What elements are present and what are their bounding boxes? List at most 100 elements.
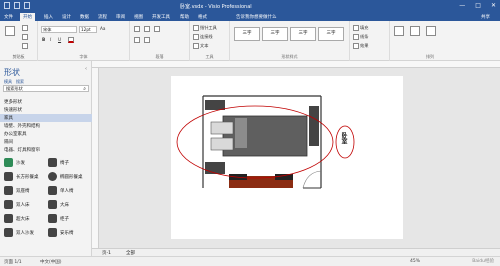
room-label[interactable]: 卧室: [339, 132, 348, 144]
shape-label: 长方形餐桌: [16, 175, 39, 180]
shape-item[interactable]: 双座椅: [4, 186, 46, 196]
format-painter-icon: [22, 43, 28, 49]
search-icon[interactable]: ⌕: [83, 86, 86, 92]
redo-icon[interactable]: [24, 2, 30, 9]
shape-item[interactable]: 椭圆形餐桌: [48, 172, 90, 182]
zoom-level[interactable]: 45%: [410, 259, 420, 264]
shape-item[interactable]: 沙发: [4, 158, 46, 168]
shape-item[interactable]: 双人沙发: [4, 228, 46, 238]
tab-data[interactable]: 数据: [80, 14, 89, 20]
tab-help[interactable]: 帮助: [180, 14, 189, 20]
armchair-icon: [48, 186, 57, 195]
paste-button[interactable]: [5, 26, 16, 36]
position-button[interactable]: [394, 26, 405, 36]
maximize-button[interactable]: □: [475, 2, 481, 9]
align-left-icon: [134, 26, 140, 32]
font-color-button[interactable]: [68, 37, 75, 43]
pointer-icon: [193, 25, 199, 31]
cabinet-drawer: [275, 174, 293, 180]
underline-button[interactable]: U: [58, 37, 61, 42]
italic-button[interactable]: I: [50, 37, 51, 42]
floor-plan[interactable]: [171, 76, 403, 239]
shape-item[interactable]: 超大床: [4, 214, 46, 224]
bed-fold: [235, 118, 247, 148]
tab-insert[interactable]: 插入: [44, 14, 53, 20]
stencil-item[interactable]: 快速形状: [0, 106, 92, 114]
tab-format[interactable]: 格式: [198, 14, 207, 20]
bold-button[interactable]: B: [42, 37, 45, 42]
group-clipboard: 剪贴板: [0, 21, 38, 61]
align-right-icon: [154, 26, 160, 32]
window-title: 卧室.vsdx - Visio Professional: [180, 4, 252, 10]
tab-review[interactable]: 审阅: [116, 14, 125, 20]
format-painter-button[interactable]: [22, 43, 29, 49]
indent-button[interactable]: [134, 37, 141, 43]
text-tool-label: 文本: [200, 43, 209, 48]
shape-item[interactable]: 长方形餐桌: [4, 172, 46, 182]
tab-developer[interactable]: 开发工具: [152, 14, 170, 20]
bullets-button[interactable]: [144, 37, 151, 43]
shape-item[interactable]: 柜子: [48, 214, 90, 224]
style-sample[interactable]: 三字: [234, 27, 260, 41]
shape-item[interactable]: 单人椅: [48, 186, 90, 196]
shapes-pane-title: 形状: [4, 68, 20, 77]
position-icon: [394, 26, 404, 36]
copy-button[interactable]: [22, 34, 29, 40]
fill-button[interactable]: 填充: [353, 25, 368, 31]
effects-button[interactable]: 效果: [353, 43, 368, 49]
paste-icon: [5, 26, 15, 36]
share-button[interactable]: 共享: [481, 14, 490, 20]
font-size-shrink-button[interactable]: Aa: [100, 26, 105, 31]
group-label-clipboard: 剪贴板: [12, 54, 25, 59]
cut-button[interactable]: [22, 25, 29, 31]
tab-design[interactable]: 设计: [62, 14, 71, 20]
effects-label: 效果: [360, 43, 369, 48]
pointer-tool-button[interactable]: 指针工具: [193, 25, 217, 31]
font-size-combo[interactable]: 12pt: [79, 26, 97, 33]
tab-view[interactable]: 视图: [134, 14, 143, 20]
shape-item[interactable]: 大床: [48, 200, 90, 210]
page-tabs: 页-1 全部: [92, 248, 500, 256]
tell-me-box[interactable]: 告诉我你想要做什么: [236, 14, 277, 20]
style-sample[interactable]: 三字: [318, 27, 344, 41]
effects-icon: [353, 43, 359, 49]
align-right-button[interactable]: [154, 26, 161, 32]
door-swing: [302, 170, 322, 189]
editing-button[interactable]: [426, 26, 437, 36]
stencil-item[interactable]: 家具: [0, 114, 92, 122]
style-sample[interactable]: 三字: [290, 27, 316, 41]
line-button[interactable]: 线条: [353, 34, 368, 40]
align-center-button[interactable]: [144, 26, 151, 32]
minimize-button[interactable]: —: [459, 2, 465, 9]
bring-forward-button[interactable]: [410, 26, 421, 36]
stencil-item[interactable]: 更多形状: [0, 98, 92, 106]
close-button[interactable]: ✕: [491, 2, 496, 9]
shape-item[interactable]: 双人床: [4, 200, 46, 210]
pillow: [210, 121, 234, 135]
align-left-button[interactable]: [134, 26, 141, 32]
shape-search-input[interactable]: 搜索形状 ⌕: [3, 85, 89, 92]
stencil-item[interactable]: 隔间: [0, 138, 92, 146]
text-tool-button[interactable]: 文本: [193, 43, 208, 49]
drawing-page[interactable]: 卧室: [171, 76, 403, 239]
page-indicator[interactable]: 页面 1/1: [4, 259, 22, 265]
tab-process[interactable]: 流程: [98, 14, 107, 20]
bring-forward-icon: [410, 26, 420, 36]
pane-collapse-icon[interactable]: ‹: [85, 66, 87, 72]
italic-icon: I: [50, 37, 52, 42]
connector-button[interactable]: 连接线: [193, 34, 213, 40]
font-color-icon: [68, 37, 74, 43]
tab-home[interactable]: 开始: [20, 13, 35, 21]
stencil-item[interactable]: 办公室家具: [0, 130, 92, 138]
style-sample[interactable]: 三字: [262, 27, 288, 41]
shape-item[interactable]: 椅子: [48, 158, 90, 168]
tab-file[interactable]: 文件: [4, 14, 13, 20]
shape-item[interactable]: 安乐椅: [48, 228, 90, 238]
save-icon[interactable]: [4, 2, 10, 9]
font-name-combo[interactable]: 宋体: [41, 26, 77, 33]
stencil-item[interactable]: 电器、灯具和窗帘: [0, 146, 92, 154]
shape-label: 椅子: [60, 161, 69, 166]
horizontal-ruler: [92, 61, 500, 68]
undo-icon[interactable]: [14, 2, 20, 9]
stencil-item[interactable]: 墙壁、外壳和结构: [0, 122, 92, 130]
